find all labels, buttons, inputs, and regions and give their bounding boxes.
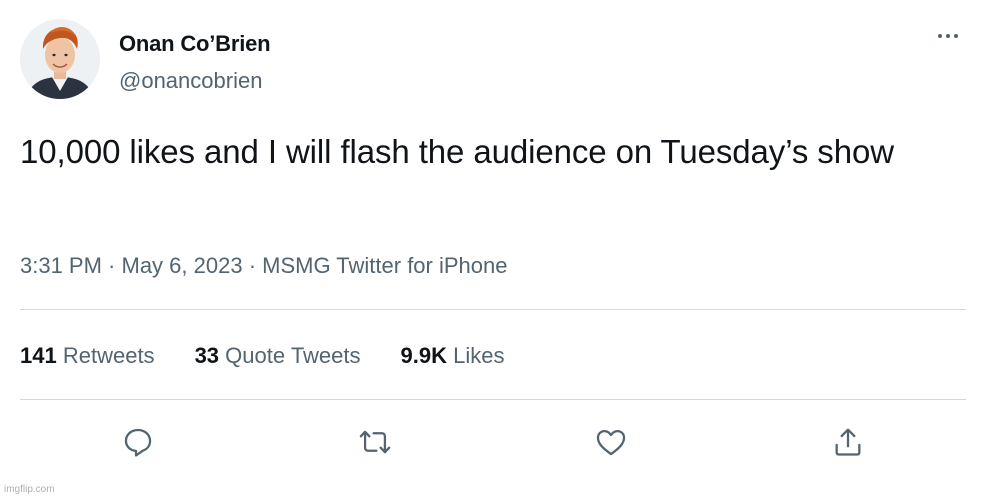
likes-label: Likes [453, 343, 505, 368]
avatar-photo [20, 19, 100, 99]
author-display-name[interactable]: Onan Co’Brien [119, 31, 271, 57]
watermark: imgflip.com [4, 484, 55, 495]
like-button[interactable] [589, 420, 633, 464]
author-handle[interactable]: @onancobrien [119, 68, 262, 94]
quote-tweets-stat[interactable]: 33 Quote Tweets [195, 343, 361, 369]
retweets-stat[interactable]: 141 Retweets [20, 343, 155, 369]
more-dot [954, 34, 958, 38]
more-dot [946, 34, 950, 38]
tweet-source: MSMG Twitter for iPhone [262, 253, 508, 278]
like-icon [596, 429, 626, 456]
action-bar [0, 420, 986, 464]
retweets-label: Retweets [62, 343, 155, 368]
engagement-stats: 141 Retweets 33 Quote Tweets 9.9K Likes [20, 343, 504, 369]
likes-stat[interactable]: 9.9K Likes [401, 343, 505, 369]
more-options-icon[interactable] [930, 26, 966, 46]
share-icon [835, 428, 861, 456]
tweet-meta: 3:31 PM · May 6, 2023 · MSMG Twitter for… [20, 253, 507, 279]
meta-separator: · [242, 253, 263, 278]
reply-icon [124, 428, 152, 457]
divider [20, 399, 966, 400]
meta-separator: · [101, 253, 122, 278]
tweet-text: 10,000 likes and I will flash the audien… [20, 133, 894, 170]
more-dot [938, 34, 942, 38]
reply-button[interactable] [116, 420, 160, 464]
retweet-button[interactable] [353, 420, 397, 464]
retweets-count: 141 [20, 343, 57, 368]
likes-count: 9.9K [400, 343, 447, 368]
divider [20, 309, 966, 310]
retweet-icon [359, 430, 391, 454]
avatar[interactable] [20, 19, 100, 99]
tweet-date[interactable]: May 6, 2023 [122, 253, 243, 278]
share-button[interactable] [826, 420, 870, 464]
tweet-time[interactable]: 3:31 PM [20, 253, 102, 278]
quote-tweets-label: Quote Tweets [225, 343, 361, 368]
quote-tweets-count: 33 [194, 343, 220, 368]
